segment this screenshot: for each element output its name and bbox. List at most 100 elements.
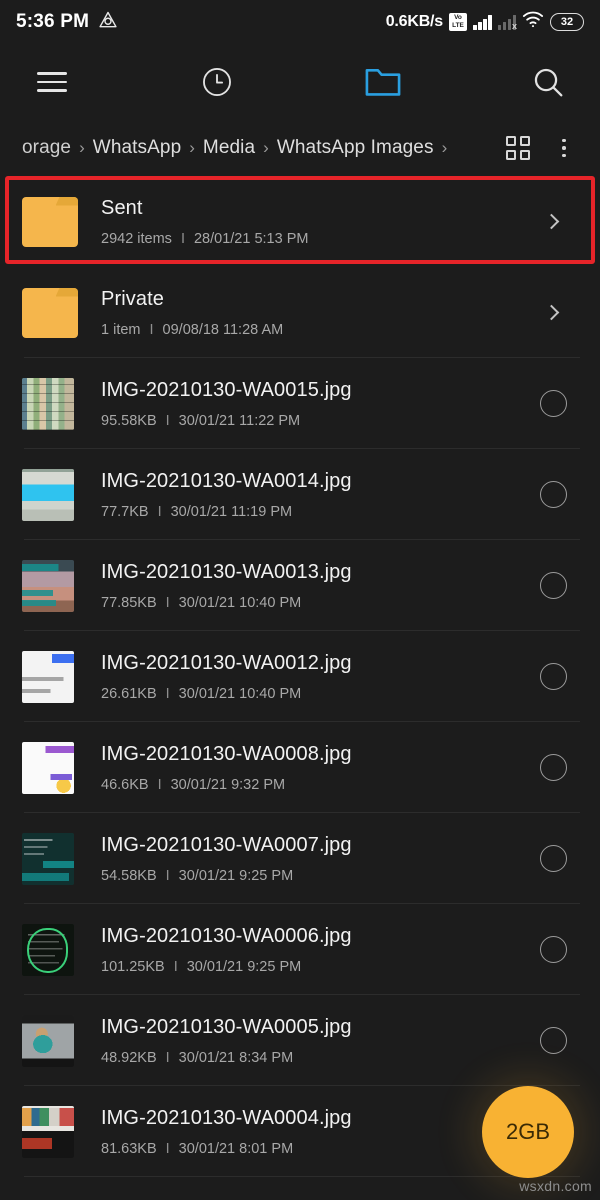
grid-view-icon[interactable]: [506, 136, 530, 160]
search-icon[interactable]: [526, 60, 570, 104]
row-trailing[interactable]: [530, 213, 576, 230]
breadcrumb: orage › WhatsApp › Media › WhatsApp Imag…: [0, 120, 600, 176]
breadcrumb-separator-icon: ›: [79, 138, 85, 157]
list-item-meta: IMG-20210130-WA0014.jpg 77.7KB I 30/01/2…: [80, 470, 530, 520]
subtitle-separator: I: [157, 503, 162, 520]
row-trailing[interactable]: [530, 845, 576, 872]
selection-circle[interactable]: [539, 845, 567, 872]
file-thumbnail: [22, 559, 80, 612]
file-size: 46.6KB: [101, 776, 149, 793]
list-item-meta: IMG-20210130-WA0004.jpg 81.63KB I 30/01/…: [80, 1107, 530, 1157]
list-item[interactable]: Sent 2942 items I 28/01/21 5:13 PM: [0, 176, 600, 267]
list-item-subtitle: 2942 items I 28/01/21 5:13 PM: [101, 231, 530, 247]
row-trailing[interactable]: [530, 1027, 576, 1054]
status-time: 5:36 PM: [16, 11, 90, 32]
status-bar-right: 0.6KB/s Vo LTE x 32: [386, 11, 584, 33]
screenshot-purple-chat-icon: [22, 741, 74, 794]
list-item[interactable]: IMG-20210130-WA0007.jpg 54.58KB I 30/01/…: [0, 813, 600, 904]
selection-circle[interactable]: [539, 572, 567, 599]
breadcrumb-item-whatsapp[interactable]: WhatsApp: [93, 137, 181, 159]
folder-thumbnail: [22, 287, 80, 338]
list-item-name: IMG-20210130-WA0007.jpg: [101, 833, 352, 856]
breadcrumb-separator-icon: ›: [441, 138, 448, 157]
list-item-name: Sent: [101, 196, 143, 219]
list-item[interactable]: IMG-20210130-WA0012.jpg 26.61KB I 30/01/…: [0, 631, 600, 722]
file-size: 77.7KB: [101, 503, 149, 520]
row-trailing[interactable]: [530, 663, 576, 690]
list-item[interactable]: IMG-20210130-WA0008.jpg 46.6KB I 30/01/2…: [0, 722, 600, 813]
list-item-meta: IMG-20210130-WA0013.jpg 77.85KB I 30/01/…: [80, 561, 530, 611]
selection-circle[interactable]: [539, 1027, 567, 1054]
photo-poster-collage-icon: [22, 1105, 74, 1158]
row-trailing[interactable]: [530, 304, 576, 321]
status-bar-left: 5:36 PM: [16, 10, 386, 35]
folder-icon[interactable]: [361, 60, 405, 104]
list-item-subtitle: 77.85KB I 30/01/21 10:40 PM: [101, 595, 530, 611]
breadcrumb-item-storage[interactable]: orage: [22, 137, 71, 159]
list-item-subtitle: 81.63KB I 30/01/21 8:01 PM: [101, 1141, 530, 1157]
screenshot-teal-chat-icon: [22, 559, 74, 612]
app-toolbar: [0, 44, 600, 120]
list-item-subtitle: 1 item I 09/08/18 11:28 AM: [101, 322, 530, 338]
item-timestamp: 09/08/18 11:28 AM: [162, 321, 284, 338]
more-vertical-icon[interactable]: [552, 136, 576, 160]
file-size: 26.61KB: [101, 685, 157, 702]
storage-fab-button[interactable]: 2GB: [482, 1086, 574, 1178]
file-thumbnail: [22, 377, 80, 430]
selection-circle[interactable]: [539, 663, 567, 690]
subtitle-separator: I: [165, 412, 170, 429]
volte-icon: Vo LTE: [449, 13, 467, 31]
breadcrumb-item-whatsapp-images[interactable]: WhatsApp Images: [277, 137, 434, 159]
list-item[interactable]: IMG-20210130-WA0015.jpg 95.58KB I 30/01/…: [0, 358, 600, 449]
photo-collage-grid-icon: [22, 377, 74, 430]
row-trailing[interactable]: [530, 481, 576, 508]
list-item-name: IMG-20210130-WA0008.jpg: [101, 742, 352, 765]
item-timestamp: 30/01/21 9:25 PM: [186, 958, 302, 975]
list-item[interactable]: IMG-20210130-WA0014.jpg 77.7KB I 30/01/2…: [0, 449, 600, 540]
list-item-meta: IMG-20210130-WA0012.jpg 26.61KB I 30/01/…: [80, 652, 530, 702]
selection-circle[interactable]: [539, 936, 567, 963]
chevron-right-icon[interactable]: [543, 304, 559, 321]
file-size: 101.25KB: [101, 958, 165, 975]
list-item-meta: IMG-20210130-WA0006.jpg 101.25KB I 30/01…: [80, 925, 530, 975]
list-item[interactable]: IMG-20210130-WA0013.jpg 77.85KB I 30/01/…: [0, 540, 600, 631]
list-item-meta: IMG-20210130-WA0008.jpg 46.6KB I 30/01/2…: [80, 743, 530, 793]
selection-circle[interactable]: [539, 754, 567, 781]
row-trailing[interactable]: [530, 936, 576, 963]
breadcrumb-separator-icon: ›: [189, 138, 195, 157]
watermark: wsxdn.com: [519, 1178, 592, 1194]
list-item-meta: Private 1 item I 09/08/18 11:28 AM: [80, 288, 530, 338]
file-thumbnail: [22, 1014, 80, 1067]
status-bar: 5:36 PM 0.6KB/s Vo LTE x 32: [0, 0, 600, 44]
list-item[interactable]: Private 1 item I 09/08/18 11:28 AM: [0, 267, 600, 358]
clock-icon[interactable]: [195, 60, 239, 104]
hamburger-menu-icon[interactable]: [30, 60, 74, 104]
list-item[interactable]: IMG-20210130-WA0006.jpg 101.25KB I 30/01…: [0, 904, 600, 995]
list-item-subtitle: 46.6KB I 30/01/21 9:32 PM: [101, 777, 530, 793]
breadcrumb-separator-icon: ›: [263, 138, 269, 157]
battery-indicator: 32: [550, 13, 584, 31]
breadcrumb-item-media[interactable]: Media: [203, 137, 255, 159]
selection-circle[interactable]: [539, 390, 567, 417]
item-timestamp: 30/01/21 9:32 PM: [170, 776, 286, 793]
list-item-name: IMG-20210130-WA0006.jpg: [101, 924, 352, 947]
row-trailing[interactable]: [530, 390, 576, 417]
file-thumbnail: [22, 923, 80, 976]
list-item-meta: IMG-20210130-WA0005.jpg 48.92KB I 30/01/…: [80, 1016, 530, 1066]
photo-teddy-bear-icon: [22, 1014, 74, 1067]
subtitle-separator: I: [180, 230, 185, 247]
item-timestamp: 30/01/21 8:34 PM: [178, 1049, 294, 1066]
row-trailing[interactable]: [530, 572, 576, 599]
selection-circle[interactable]: [539, 481, 567, 508]
chevron-right-icon[interactable]: [543, 213, 559, 230]
subtitle-separator: I: [165, 1049, 170, 1066]
subtitle-separator: I: [173, 958, 178, 975]
list-item-name: Private: [101, 287, 164, 310]
fab-label: 2GB: [505, 1119, 551, 1144]
list-item-name: IMG-20210130-WA0013.jpg: [101, 560, 352, 583]
row-trailing[interactable]: [530, 754, 576, 781]
signal-bars-sim1-icon: [473, 14, 492, 30]
item-timestamp: 28/01/21 5:13 PM: [193, 230, 309, 247]
list-item[interactable]: IMG-20210130-WA0005.jpg 48.92KB I 30/01/…: [0, 995, 600, 1086]
subtitle-separator: I: [165, 594, 170, 611]
